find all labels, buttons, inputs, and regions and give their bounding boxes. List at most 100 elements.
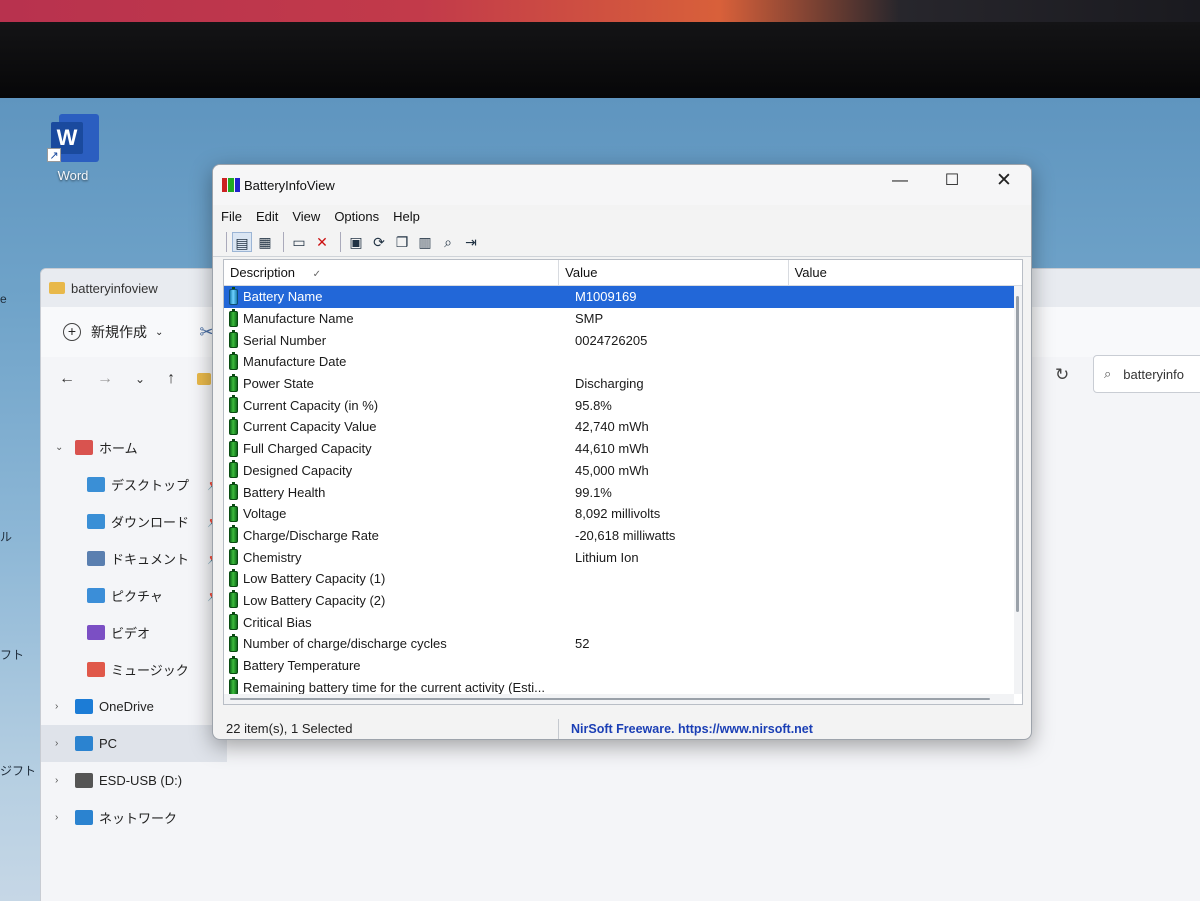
row-value: -20,618 milliwatts [575, 527, 676, 543]
copy-icon[interactable]: ❐ [392, 232, 412, 252]
html-report-icon[interactable]: ▭ [289, 232, 309, 252]
list-row[interactable]: Remaining battery time for the current a… [224, 676, 1022, 694]
save-icon[interactable]: ▣ [346, 232, 366, 252]
battery-icon [229, 633, 238, 652]
toolbar: ▤ ▦ ▭ ✕ ▣ ⟳ ❐ ▥ ⌕ ⇥ [213, 227, 1031, 257]
menu-file[interactable]: File [221, 209, 242, 224]
sidebar-item-label: ミュージック [111, 663, 189, 678]
sidebar-item-label: ピクチャ [111, 589, 163, 604]
expander-chevron-icon[interactable]: › [55, 701, 69, 712]
battery-log-mode-icon[interactable]: ▦ [255, 232, 275, 252]
expander-chevron-icon[interactable]: › [55, 812, 69, 823]
find-icon[interactable]: ⌕ [438, 232, 458, 252]
search-icon: ⌕ [1104, 366, 1112, 381]
list-row[interactable]: Critical Bias [224, 611, 1022, 633]
row-description: Serial Number [243, 332, 327, 348]
row-description: Manufacture Date [243, 354, 347, 370]
home-icon [75, 440, 93, 455]
sidebar-item-label: デスクトップ [111, 478, 190, 493]
battery-info-mode-icon[interactable]: ▤ [232, 231, 252, 252]
list-row[interactable]: Voltage 8,092 millivolts [224, 503, 1022, 525]
explorer-search-input[interactable]: ⌕ batteryinfo [1093, 355, 1200, 393]
desktop-edge-text-3: フト [0, 648, 25, 662]
list-row[interactable]: Low Battery Capacity (1) [224, 568, 1022, 590]
sidebar-item[interactable]: デスクトップ📌 [41, 466, 227, 503]
sidebar-item[interactable]: › PC [41, 725, 227, 762]
word-desktop-shortcut[interactable]: W ↗ Word [44, 114, 102, 190]
recent-chevron-icon[interactable]: ⌄ [135, 372, 145, 386]
menu-edit[interactable]: Edit [256, 209, 278, 224]
up-arrow-icon[interactable]: ↑ [167, 370, 175, 388]
row-value: 95.8% [575, 397, 612, 413]
sidebar-item[interactable]: › OneDrive [41, 688, 227, 725]
list-row[interactable]: Manufacture Date [224, 351, 1022, 373]
status-item-count: 22 item(s), 1 Selected [213, 719, 559, 739]
sidebar-item-label: ESD-USB (D:) [99, 773, 183, 788]
list-row[interactable]: Battery Temperature [224, 655, 1022, 677]
battery-icon [229, 677, 238, 694]
properties-icon[interactable]: ▥ [415, 232, 435, 252]
list-row[interactable]: Current Capacity (in %) 95.8% [224, 394, 1022, 416]
sidebar-item[interactable]: ピクチャ📌 [41, 577, 227, 614]
address-folder-icon [197, 373, 212, 385]
word-icon: W ↗ [47, 114, 99, 162]
list-row[interactable]: Serial Number 0024726205 [224, 329, 1022, 351]
list-row[interactable]: Power State Discharging [224, 373, 1022, 395]
sidebar-item-label: ダウンロード [111, 515, 190, 530]
list-row[interactable]: Number of charge/discharge cycles 52 [224, 633, 1022, 655]
sidebar-item[interactable]: ミュージック [41, 651, 227, 688]
menu-options[interactable]: Options [334, 209, 379, 224]
battery-icon [229, 460, 238, 479]
sidebar-item-label: ドキュメント [111, 552, 190, 567]
new-button[interactable]: 新規作成 [91, 322, 147, 342]
nirsoft-link[interactable]: NirSoft Freeware. https://www.nirsoft.ne… [559, 722, 813, 736]
expander-chevron-icon[interactable]: › [55, 738, 69, 749]
list-row[interactable]: Battery Health 99.1% [224, 481, 1022, 503]
row-description: Battery Temperature [243, 658, 361, 674]
list-row[interactable]: Full Charged Capacity 44,610 mWh [224, 438, 1022, 460]
expander-chevron-icon[interactable]: ⌄ [55, 442, 69, 453]
minimize-button[interactable]: — [875, 165, 925, 199]
horizontal-scrollbar[interactable] [224, 694, 1014, 704]
vertical-scrollbar[interactable] [1014, 286, 1022, 694]
usb-drive-icon [75, 773, 93, 788]
battery-icon [229, 590, 238, 609]
list-row[interactable]: Manufacture Name SMP [224, 308, 1022, 330]
batteryinfoview-titlebar[interactable]: BatteryInfoView — ☐ ✕ [213, 165, 1031, 205]
list-row[interactable]: Current Capacity Value 42,740 mWh [224, 416, 1022, 438]
refresh-icon[interactable]: ⟳ [369, 232, 389, 252]
forward-arrow-icon[interactable]: → [97, 370, 113, 388]
back-arrow-icon[interactable]: ← [59, 370, 75, 388]
column-description[interactable]: Description ✓ [224, 260, 560, 285]
list-row[interactable]: Low Battery Capacity (2) [224, 590, 1022, 612]
delete-icon[interactable]: ✕ [312, 232, 332, 252]
sidebar-item[interactable]: ドキュメント📌 [41, 540, 227, 577]
chevron-down-icon[interactable]: ⌄ [155, 327, 163, 338]
pc-icon [75, 736, 93, 751]
row-value: 99.1% [575, 484, 612, 500]
row-description: Full Charged Capacity [243, 441, 372, 457]
menu-help[interactable]: Help [393, 209, 420, 224]
maximize-button[interactable]: ☐ [927, 165, 977, 199]
list-row[interactable]: Designed Capacity 45,000 mWh [224, 460, 1022, 482]
sidebar-item[interactable]: ⌄ ホーム [41, 429, 227, 466]
list-row[interactable]: Battery Name M1009169 [224, 286, 1022, 308]
row-description: Remaining battery time for the current a… [243, 679, 545, 694]
close-button[interactable]: ✕ [979, 165, 1029, 199]
exit-icon[interactable]: ⇥ [461, 232, 481, 252]
list-row[interactable]: Chemistry Lithium Ion [224, 546, 1022, 568]
sidebar-item[interactable]: › ネットワーク [41, 799, 227, 836]
sidebar-item[interactable]: ビデオ [41, 614, 227, 651]
column-value[interactable]: Value [559, 260, 789, 285]
column-value-2[interactable]: Value [789, 260, 1022, 285]
sidebar-item[interactable]: ダウンロード📌 [41, 503, 227, 540]
documents-icon [87, 551, 105, 566]
row-value: 0024726205 [575, 332, 648, 348]
battery-info-list[interactable]: Description ✓ Value Value Battery Name M1… [223, 259, 1023, 705]
row-value: 44,610 mWh [575, 441, 649, 457]
list-row[interactable]: Charge/Discharge Rate -20,618 milliwatts [224, 525, 1022, 547]
sidebar-item[interactable]: › ESD-USB (D:) [41, 762, 227, 799]
expander-chevron-icon[interactable]: › [55, 775, 69, 786]
menu-view[interactable]: View [292, 209, 320, 224]
refresh-icon[interactable]: ↻ [1055, 365, 1069, 385]
